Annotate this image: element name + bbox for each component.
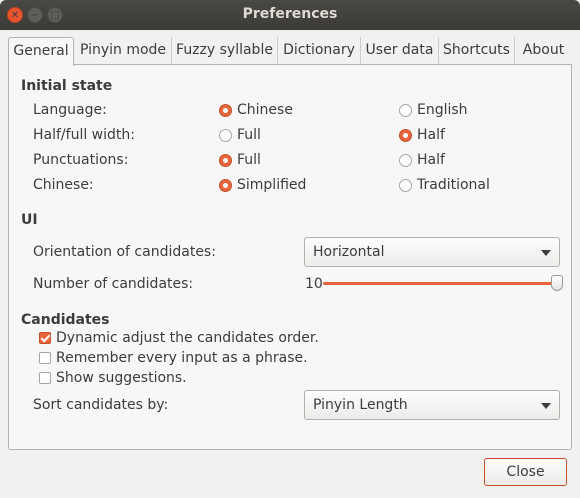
radio-indicator <box>399 178 412 192</box>
width-full-radio[interactable]: Full <box>219 127 261 143</box>
sort-candidates-label: Sort candidates by: <box>33 397 169 413</box>
tab-about[interactable]: About <box>515 37 572 65</box>
radio-label: Chinese <box>237 102 293 118</box>
language-chinese-radio[interactable]: Chinese <box>219 102 293 118</box>
radio-indicator <box>219 128 232 142</box>
checkbox-label: Remember every input as a phrase. <box>56 350 308 366</box>
candidates-heading: Candidates <box>21 312 110 328</box>
orientation-label: Orientation of candidates: <box>33 244 216 260</box>
dynamic-adjust-checkbox[interactable]: Dynamic adjust the candidates order. <box>39 330 319 346</box>
tab-bar: General Pinyin mode Fuzzy syllable Dicti… <box>8 37 572 66</box>
radio-indicator <box>219 153 232 167</box>
chinese-simplified-radio[interactable]: Simplified <box>219 177 306 193</box>
radio-indicator <box>399 153 412 167</box>
chevron-down-icon <box>541 403 551 409</box>
radio-label: Full <box>237 152 261 168</box>
window-title: Preferences <box>242 6 338 22</box>
remember-input-checkbox[interactable]: Remember every input as a phrase. <box>39 350 308 366</box>
initial-state-heading: Initial state <box>21 78 113 94</box>
punctuations-half-radio[interactable]: Half <box>399 152 445 168</box>
punctuations-full-radio[interactable]: Full <box>219 152 261 168</box>
chevron-down-icon <box>541 250 551 256</box>
radio-label: Traditional <box>417 177 490 193</box>
radio-label: Full <box>237 127 261 143</box>
slider-handle[interactable] <box>551 275 563 291</box>
radio-indicator <box>399 128 412 142</box>
orientation-combobox[interactable]: Horizontal <box>304 237 560 267</box>
checkbox-label: Show suggestions. <box>56 370 187 386</box>
radio-indicator <box>219 178 232 192</box>
tab-pinyin-mode[interactable]: Pinyin mode <box>75 37 172 65</box>
radio-label: English <box>417 102 468 118</box>
tab-user-data[interactable]: User data <box>361 37 439 65</box>
tab-fuzzy-syllable[interactable]: Fuzzy syllable <box>172 37 278 65</box>
sort-value: Pinyin Length <box>313 397 408 413</box>
orientation-value: Horizontal <box>313 244 385 260</box>
show-suggestions-checkbox[interactable]: Show suggestions. <box>39 370 187 386</box>
title-bar: ✕ − □ Preferences <box>0 0 580 30</box>
punctuations-label: Punctuations: <box>33 152 129 168</box>
radio-indicator <box>219 103 232 117</box>
width-half-radio[interactable]: Half <box>399 127 445 143</box>
general-panel: Initial state Language: Chinese English … <box>8 64 572 450</box>
radio-label: Half <box>417 152 445 168</box>
tab-general[interactable]: General <box>8 37 74 66</box>
half-full-width-label: Half/full width: <box>33 127 135 143</box>
number-of-candidates-slider[interactable] <box>323 282 557 285</box>
checkbox-indicator <box>39 352 51 364</box>
language-english-radio[interactable]: English <box>399 102 468 118</box>
checkbox-indicator <box>39 332 51 344</box>
language-label: Language: <box>33 102 107 118</box>
number-of-candidates-value: 10 <box>305 276 323 292</box>
tab-shortcuts[interactable]: Shortcuts <box>439 37 515 65</box>
checkbox-indicator <box>39 372 51 384</box>
number-of-candidates-label: Number of candidates: <box>33 276 194 292</box>
tab-dictionary[interactable]: Dictionary <box>278 37 361 65</box>
radio-label: Half <box>417 127 445 143</box>
close-button[interactable]: Close <box>484 458 567 486</box>
checkbox-label: Dynamic adjust the candidates order. <box>56 330 319 346</box>
chinese-label: Chinese: <box>33 177 94 193</box>
ui-heading: UI <box>21 212 38 228</box>
radio-indicator <box>399 103 412 117</box>
sort-candidates-combobox[interactable]: Pinyin Length <box>304 390 560 420</box>
chinese-traditional-radio[interactable]: Traditional <box>399 177 490 193</box>
radio-label: Simplified <box>237 177 307 193</box>
